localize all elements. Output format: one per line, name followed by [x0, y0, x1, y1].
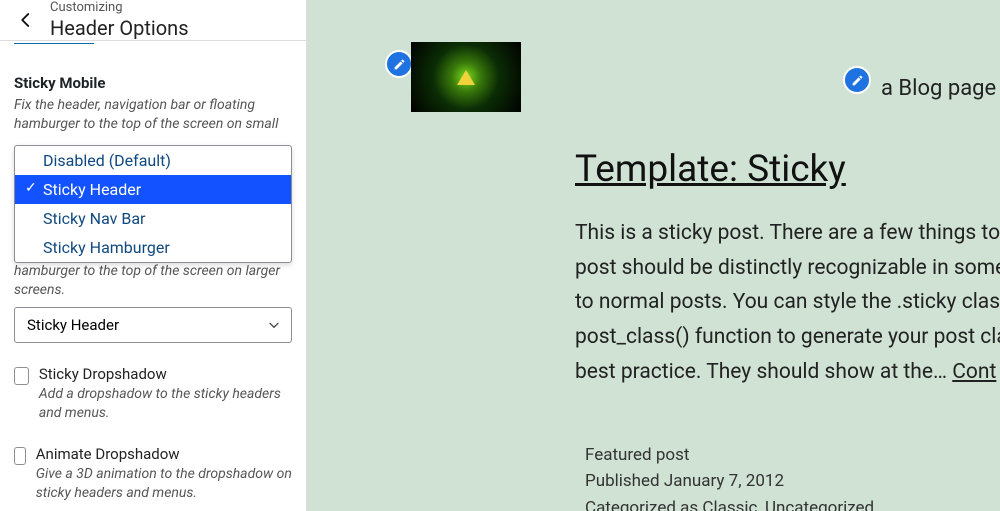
row-animate-dropshadow: Animate Dropshadow Give a 3D animation t…: [14, 445, 292, 503]
post-line-5: best practice. They should show at the…: [575, 360, 952, 384]
page-title: Header Options: [50, 16, 189, 40]
option-sticky-hamburger[interactable]: Sticky Hamburger: [15, 233, 291, 262]
triforce-icon: [457, 70, 475, 85]
row-sticky-dropshadow: Sticky Dropshadow Add a dropshadow to th…: [14, 365, 292, 423]
post-title-link[interactable]: Template: Sticky: [575, 148, 846, 191]
label-animate-dropshadow: Animate Dropshadow: [36, 445, 292, 463]
back-icon: [17, 11, 35, 29]
option-disabled[interactable]: Disabled (Default): [15, 146, 291, 175]
option-sticky-nav-bar[interactable]: Sticky Nav Bar: [15, 204, 291, 233]
customizer-sidebar: Customizing Header Options Sticky Mobile…: [0, 0, 307, 511]
checkbox-animate-dropshadow[interactable]: [14, 447, 26, 465]
section-sticky-mobile-help: Fix the header, navigation bar or floati…: [14, 96, 292, 134]
sidebar-header: Customizing Header Options: [0, 0, 306, 41]
pencil-icon: [851, 74, 864, 87]
chevron-down-icon: [267, 318, 281, 332]
post-meta: Featured post Published January 7, 2012 …: [585, 442, 874, 511]
post-line-4: post_class() function to generate your p…: [575, 320, 1000, 355]
sticky-mobile-select-open[interactable]: Disabled (Default) Sticky Header Sticky …: [14, 145, 292, 263]
meta-categories: Categorized as Classic, Uncategorized: [585, 495, 874, 511]
section-sticky-mobile-title: Sticky Mobile: [14, 74, 292, 92]
post-line-2: post should be distinctly recognizable i…: [575, 251, 1000, 286]
meta-published: Published January 7, 2012: [585, 468, 874, 494]
cutoff-control: [14, 43, 94, 50]
post-excerpt: This is a sticky post. There are a few t…: [575, 216, 1000, 389]
checkbox-sticky-dropshadow[interactable]: [14, 367, 29, 385]
pencil-icon: [393, 58, 406, 71]
continue-reading-link[interactable]: Cont: [952, 360, 996, 384]
back-button[interactable]: [6, 0, 46, 40]
preview-pane: a Blog page Template: Sticky This is a s…: [307, 0, 1000, 511]
desc-animate-dropshadow: Give a 3D animation to the dropshadow on…: [36, 465, 292, 503]
desc-sticky-dropshadow: Add a dropshadow to the sticky headers a…: [39, 385, 292, 423]
post-line-1: This is a sticky post. There are a few t…: [575, 216, 1000, 251]
edit-shortcut-logo[interactable]: [385, 50, 413, 78]
post-line-3: to normal posts. You can style the .stic…: [575, 285, 1000, 320]
header-context: Customizing: [50, 0, 189, 16]
site-title[interactable]: a Blog page: [881, 76, 996, 101]
sticky-desktop-select[interactable]: Sticky Header: [14, 307, 292, 343]
meta-featured: Featured post: [585, 442, 874, 468]
option-sticky-header[interactable]: Sticky Header: [15, 175, 291, 204]
sticky-desktop-value: Sticky Header: [27, 316, 119, 334]
edit-shortcut-title[interactable]: [843, 66, 871, 94]
label-sticky-dropshadow: Sticky Dropshadow: [39, 365, 292, 383]
site-logo-preview[interactable]: [411, 42, 521, 112]
